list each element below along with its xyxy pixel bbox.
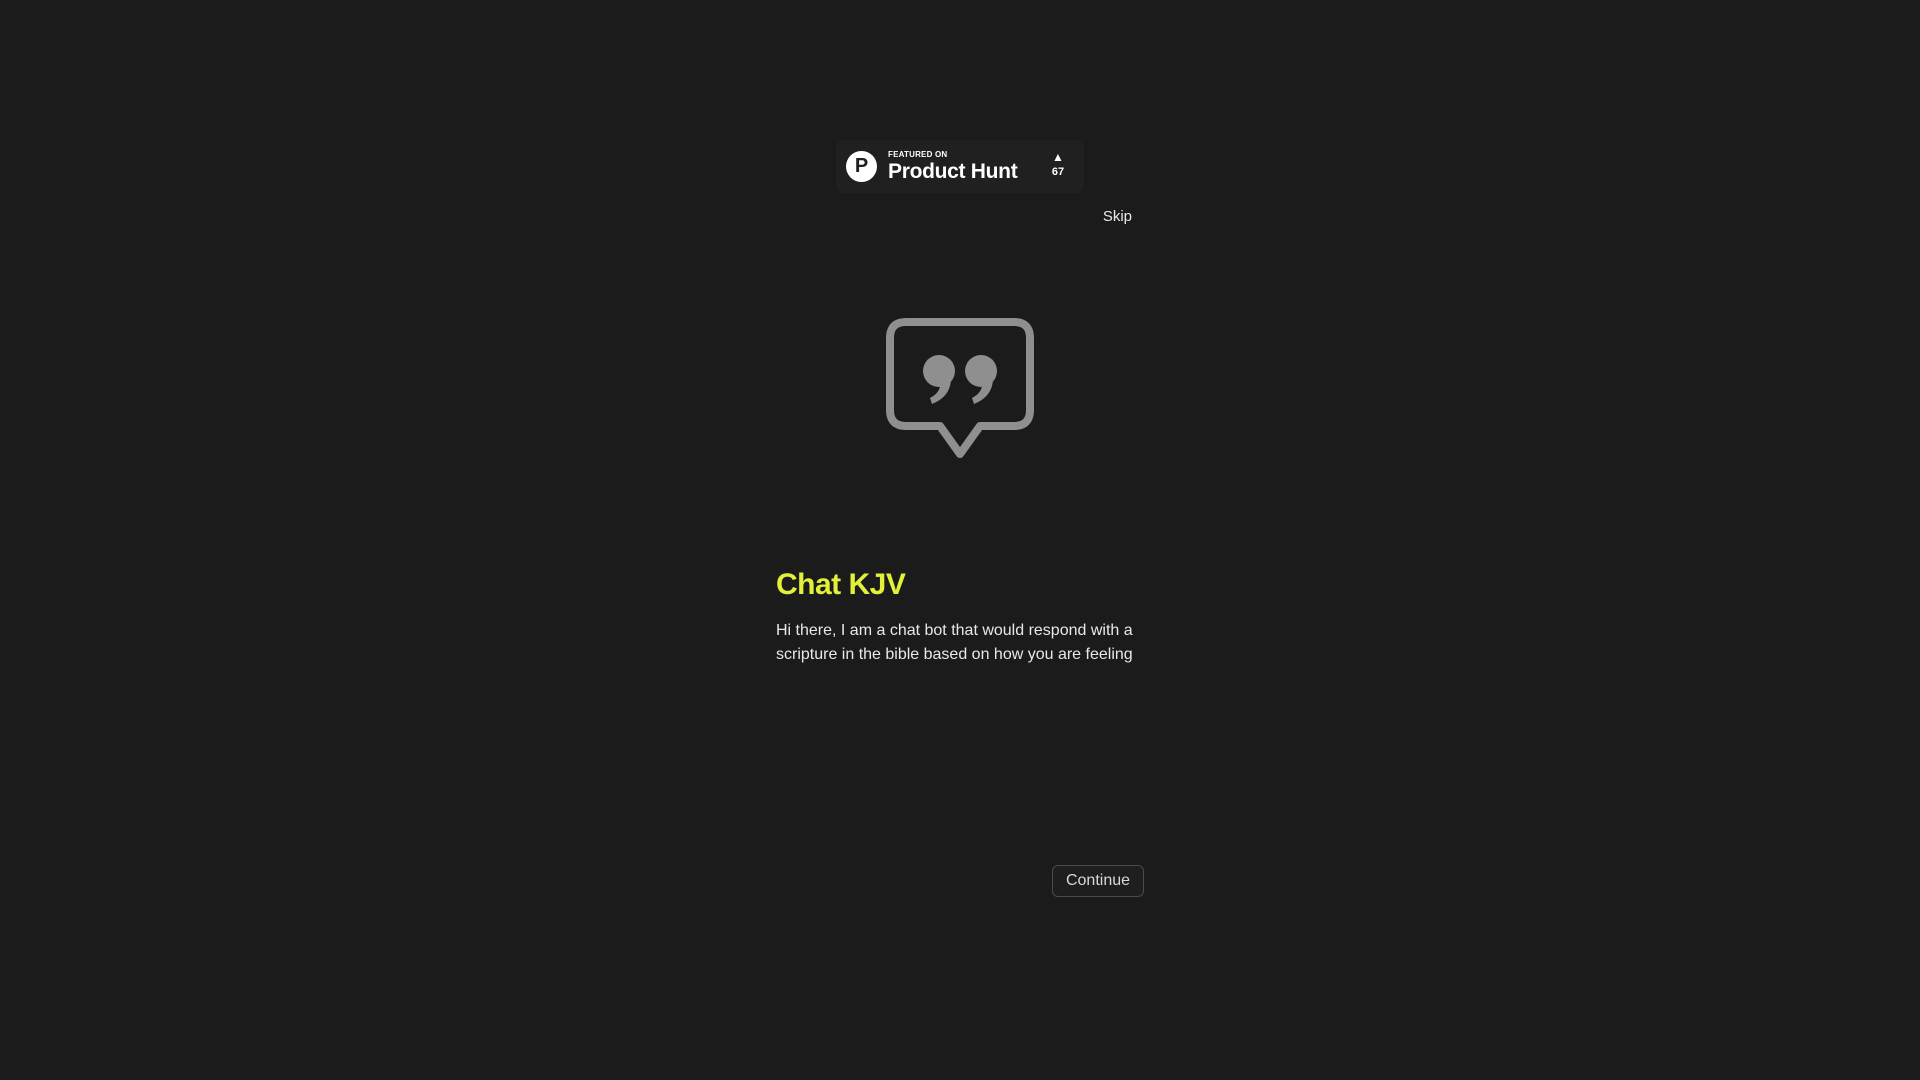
upvote-arrow-icon: ▲ [1052,150,1064,164]
app-title: Chat KJV [776,568,906,601]
onboarding-page: P FEATURED ON Product Hunt ▲ 67 Skip Cha… [0,0,1920,1080]
product-hunt-logo-letter: P [854,155,869,177]
featured-on-label: FEATURED ON [888,150,948,159]
skip-link[interactable]: Skip [1096,208,1132,225]
product-hunt-text: FEATURED ON Product Hunt [888,150,1018,183]
app-description: Hi there, I am a chat bot that would res… [776,622,1133,663]
quote-bubble-icon [886,318,1034,458]
product-hunt-brand: Product Hunt [888,160,1018,183]
vote-count: 67 [1051,166,1065,178]
product-hunt-badge[interactable]: P FEATURED ON Product Hunt ▲ 67 [836,140,1084,193]
continue-button[interactable]: Continue [1052,865,1144,897]
vote-counter: ▲ 67 [1046,151,1070,178]
product-hunt-logo-icon: P [846,151,877,182]
